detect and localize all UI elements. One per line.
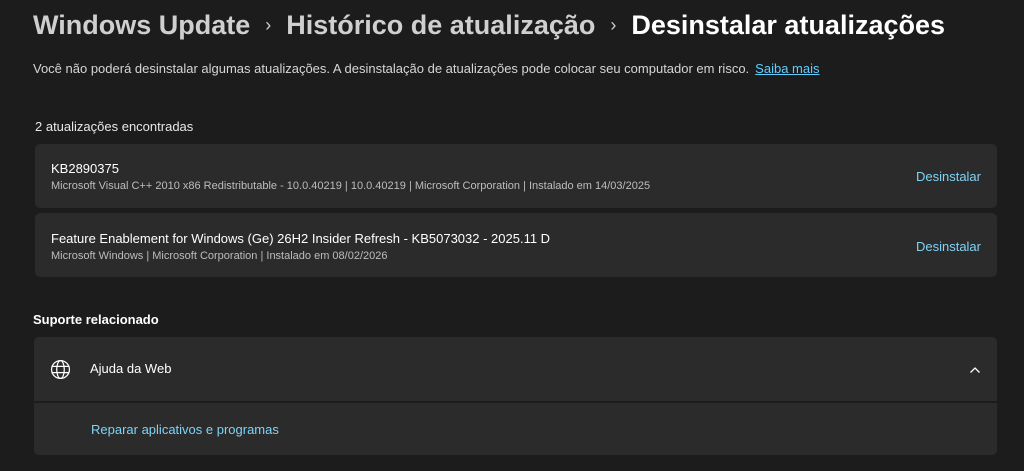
web-help-expander[interactable]: Ajuda da Web: [34, 337, 997, 401]
uninstall-button[interactable]: Desinstalar: [916, 239, 981, 254]
update-title: KB2890375: [51, 161, 119, 176]
web-help-content: Reparar aplicativos e programas: [34, 403, 997, 455]
section-title: Suporte relacionado: [33, 312, 159, 327]
web-help-label: Ajuda da Web: [90, 361, 172, 376]
breadcrumb-windows-update[interactable]: Windows Update: [33, 8, 250, 42]
chevron-right-icon: ›: [610, 15, 617, 35]
warning-text: Você não poderá desinstalar algumas atua…: [33, 61, 750, 76]
breadcrumb-update-history[interactable]: Histórico de atualização: [286, 8, 595, 42]
warning-message: Você não poderá desinstalar algumas atua…: [33, 61, 819, 76]
repair-apps-link[interactable]: Reparar aplicativos e programas: [91, 422, 279, 437]
globe-icon: [50, 359, 71, 380]
breadcrumb: Windows Update › Histórico de atualizaçã…: [33, 8, 945, 42]
page-title: Desinstalar atualizações: [631, 10, 946, 40]
update-card: Feature Enablement for Windows (Ge) 26H2…: [35, 213, 997, 277]
update-title: Feature Enablement for Windows (Ge) 26H2…: [51, 231, 551, 246]
update-details: Microsoft Windows | Microsoft Corporatio…: [51, 250, 388, 262]
chevron-right-icon: ›: [265, 15, 272, 35]
update-card: KB2890375 Microsoft Visual C++ 2010 x86 …: [35, 144, 997, 208]
updates-count: 2 atualizações encontradas: [35, 119, 194, 134]
learn-more-link[interactable]: Saiba mais: [755, 61, 819, 76]
uninstall-button[interactable]: Desinstalar: [916, 169, 981, 184]
update-details: Microsoft Visual C++ 2010 x86 Redistribu…: [51, 180, 651, 192]
chevron-up-icon[interactable]: [969, 363, 981, 375]
